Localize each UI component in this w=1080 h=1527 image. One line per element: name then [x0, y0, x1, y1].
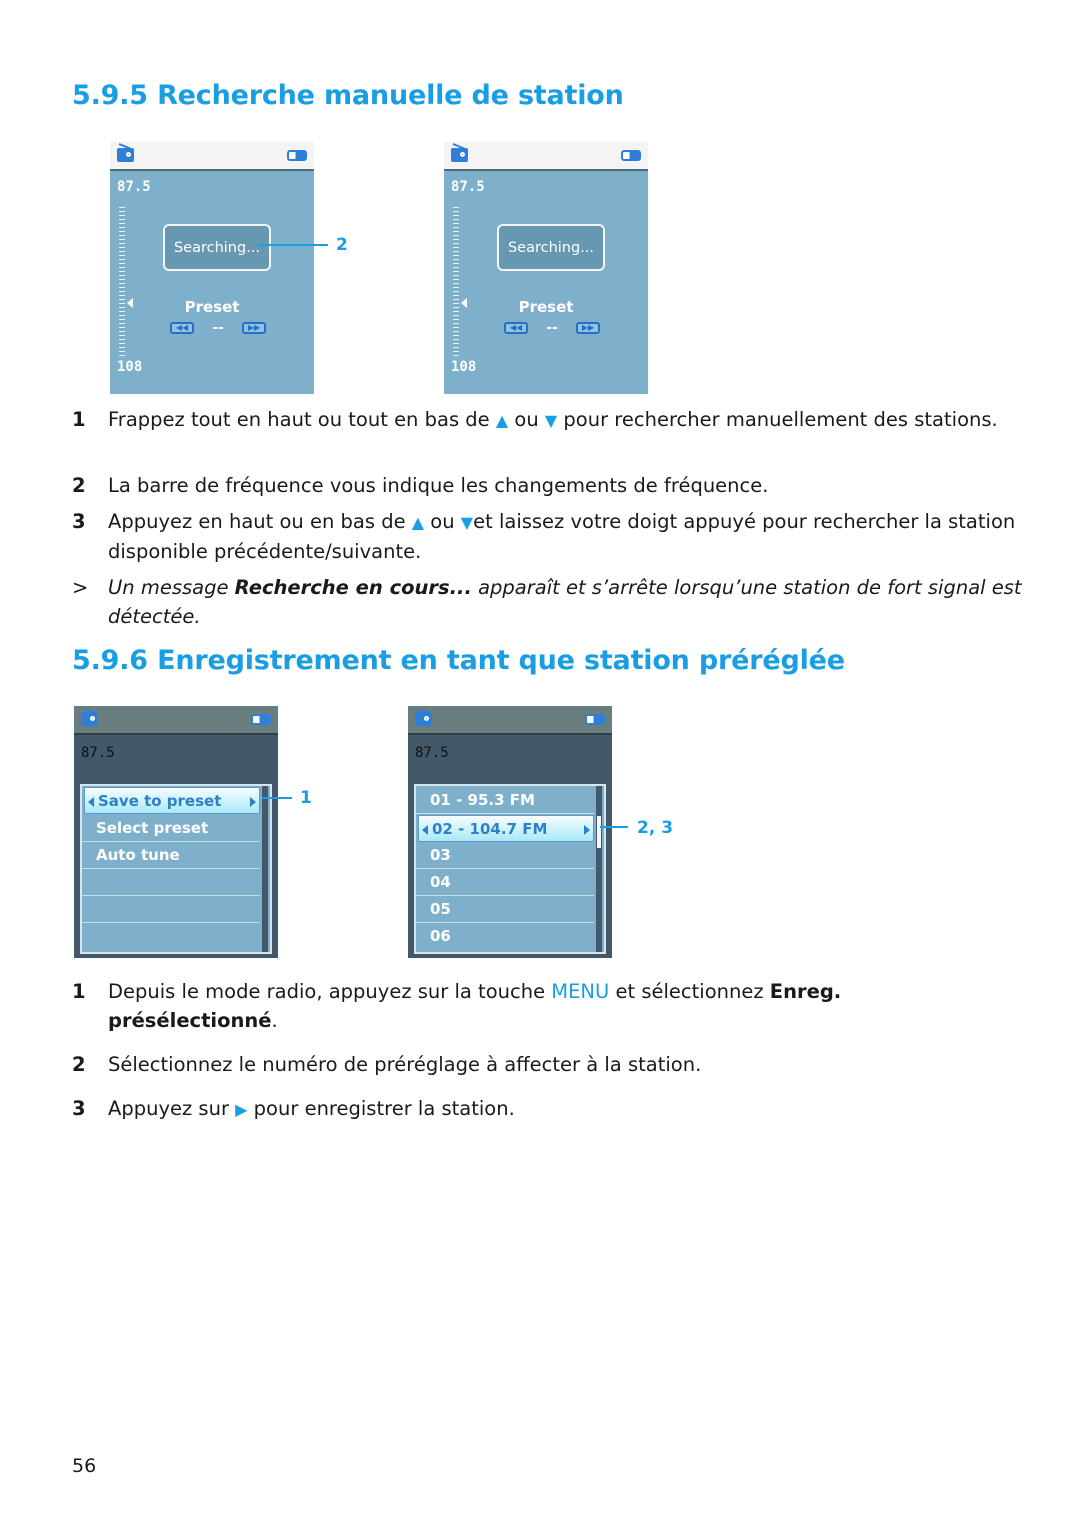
frequency: 87.5: [81, 745, 115, 761]
menu-item-auto-tune[interactable]: Auto tune: [82, 842, 260, 869]
device-screen-searching-1: 87.5 108 Searching... Preset ◀◀ -- ▶▶: [110, 142, 314, 394]
radio-menu: Save to preset Select preset Auto tune: [80, 784, 272, 954]
note-text: Un message: [108, 576, 235, 599]
step-text: Sélectionnez le numéro de préréglage à a…: [108, 1053, 702, 1076]
status-bar: [110, 142, 314, 171]
preset-item[interactable]: 06: [416, 923, 594, 950]
previous-preset-icon: ◀◀: [170, 322, 194, 334]
scrollbar-thumb[interactable]: [597, 816, 601, 848]
callout-label: 2: [336, 235, 348, 255]
step-number: 1: [72, 980, 86, 1003]
section-heading-save-preset: 5.9.6 Enregistrement en tant que station…: [72, 645, 845, 676]
previous-preset-icon: ◀◀: [504, 322, 528, 334]
step-text: Frappez tout en haut ou tout en bas de: [108, 408, 496, 431]
step-text: pour enregistrer la station.: [247, 1097, 515, 1120]
menu-item-label: Save to preset: [98, 792, 222, 810]
preset-item-selected[interactable]: 02 - 104.7 FM: [418, 815, 594, 842]
frequency-scale: [453, 207, 459, 357]
battery-icon: [621, 150, 641, 161]
step-text: Appuyez sur: [108, 1097, 236, 1120]
frequency-bottom: 108: [117, 359, 143, 375]
step-2: 2 Sélectionnez le numéro de préréglage à…: [72, 1050, 1032, 1079]
preset-label: Preset: [184, 298, 240, 316]
step-number: 2: [72, 474, 86, 497]
radio-icon: [117, 148, 134, 162]
result-note: > Un message Recherche en cours... appar…: [72, 573, 1032, 631]
step-1: 1 Frappez tout en haut ou tout en bas de…: [72, 405, 1032, 435]
scrollbar[interactable]: [596, 786, 602, 952]
right-arrow-icon: [584, 825, 590, 835]
step-number: 3: [72, 1097, 86, 1120]
page-number: 56: [72, 1455, 97, 1477]
step-text: pour rechercher manuellement des station…: [557, 408, 998, 431]
device-screen-menu: 87.5 Save to preset Select preset Auto t…: [74, 706, 278, 958]
up-arrow-icon: ▲: [411, 513, 425, 532]
preset-item[interactable]: 03: [416, 842, 594, 869]
step-1: 1 Depuis le mode radio, appuyez sur la t…: [72, 977, 1032, 1035]
preset-value: --: [212, 320, 224, 336]
menu-item-save-to-preset[interactable]: Save to preset: [84, 787, 260, 814]
radio-icon: [415, 712, 432, 726]
status-bar: [408, 706, 612, 735]
next-preset-icon: ▶▶: [576, 322, 600, 334]
preset-item[interactable]: 04: [416, 869, 594, 896]
status-bar: [444, 142, 648, 171]
up-arrow-icon: ▲: [495, 411, 509, 430]
battery-icon: [585, 714, 605, 725]
step-3: 3 Appuyez en haut ou en bas de ▲ ou ▼et …: [72, 507, 1032, 566]
step-text: et sélectionnez: [609, 980, 770, 1003]
next-preset-icon: ▶▶: [242, 322, 266, 334]
down-arrow-icon: ▼: [460, 513, 474, 532]
callout-line: [600, 826, 628, 828]
callout-line: [258, 244, 328, 246]
frequency-top: 87.5: [117, 179, 151, 195]
note-marker: >: [72, 576, 89, 599]
menu-item-empty: [82, 869, 260, 896]
frequency-bottom: 108: [451, 359, 477, 375]
callout-label: 2, 3: [637, 818, 674, 838]
preset-value: --: [546, 320, 558, 336]
battery-icon: [287, 150, 307, 161]
battery-icon: [251, 714, 271, 725]
preset-item-label: 02 - 104.7 FM: [432, 820, 548, 838]
radio-icon: [81, 712, 98, 726]
step-text: La barre de fréquence vous indique les c…: [108, 474, 769, 497]
step-text: Appuyez en haut ou en bas de: [108, 510, 412, 533]
frequency-scale: [119, 207, 125, 357]
preset-item[interactable]: 01 - 95.3 FM: [416, 787, 594, 814]
step-text: Depuis le mode radio, appuyez sur la tou…: [108, 980, 552, 1003]
menu-item-empty: [82, 896, 260, 923]
searching-message: Searching...: [497, 224, 605, 271]
preset-item[interactable]: 05: [416, 896, 594, 923]
menu-item-empty: [82, 923, 260, 950]
section-heading-manual-search: 5.9.5 Recherche manuelle de station: [72, 80, 624, 111]
right-arrow-icon: ▶: [235, 1100, 248, 1119]
step-number: 3: [72, 510, 86, 533]
step-2: 2 La barre de fréquence vous indique les…: [72, 471, 1032, 500]
frequency: 87.5: [415, 745, 449, 761]
preset-list: 01 - 95.3 FM 02 - 104.7 FM 03 04 05 06: [414, 784, 606, 954]
menu-item-select-preset[interactable]: Select preset: [82, 815, 260, 842]
scrollbar[interactable]: [262, 786, 268, 952]
preset-label: Preset: [518, 298, 574, 316]
status-bar: [74, 706, 278, 735]
step-number: 1: [72, 408, 86, 431]
right-arrow-icon: [250, 797, 256, 807]
searching-message: Searching...: [163, 224, 271, 271]
step-3: 3 Appuyez sur ▶ pour enregistrer la stat…: [72, 1094, 1032, 1124]
step-text: .: [271, 1009, 278, 1032]
note-emphasis: Recherche en cours...: [234, 576, 472, 599]
menu-key-label: MENU: [551, 980, 610, 1003]
down-arrow-icon: ▼: [544, 411, 558, 430]
step-text: ou: [508, 408, 545, 431]
radio-icon: [451, 148, 468, 162]
step-number: 2: [72, 1053, 86, 1076]
step-text: ou: [424, 510, 461, 533]
frequency-top: 87.5: [451, 179, 485, 195]
device-screen-preset-list: 87.5 01 - 95.3 FM 02 - 104.7 FM 03 04 05…: [408, 706, 612, 958]
callout-line: [262, 797, 292, 799]
callout-label: 1: [300, 788, 312, 808]
device-screen-searching-2: 87.5 108 Searching... Preset ◀◀ -- ▶▶: [444, 142, 648, 394]
